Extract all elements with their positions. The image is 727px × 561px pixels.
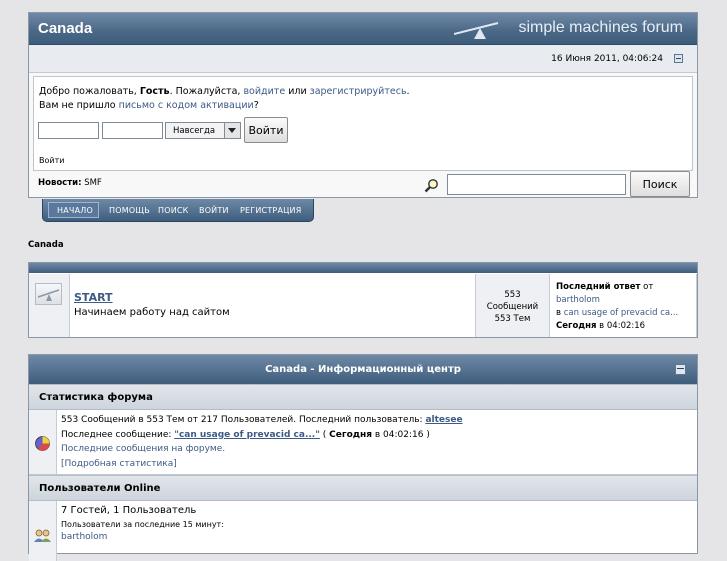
board-stats-cell: 553 Сообщений 553 Тем <box>476 274 550 337</box>
smf-logo-icon <box>454 22 499 39</box>
title-bar: Canada simple machines forum <box>29 13 697 45</box>
search-icon <box>424 179 438 193</box>
last-post-day: Сегодня <box>556 321 597 331</box>
password-input[interactable] <box>102 122 163 139</box>
online-header: Пользователи Online <box>29 475 697 501</box>
info-center-title: Canada - Информационный центр <box>29 355 697 384</box>
detailed-stats-link[interactable]: [Подробная статистика] <box>61 459 177 469</box>
news-bar: Новости: SMF Поиск <box>29 171 697 199</box>
board-off-icon <box>35 283 62 305</box>
users-online-icon <box>34 529 51 542</box>
board-name[interactable]: START <box>74 291 113 304</box>
last-post-label: Последний ответ <box>556 282 641 292</box>
session-length-select[interactable]: Навсегда <box>165 122 241 139</box>
board-topics: 553 Тем <box>494 314 531 324</box>
current-date: 16 Июня 2011, 04:06:24 <box>551 54 663 64</box>
online-text: 7 Гостей, 1 Пользователь Пользователи за… <box>29 501 697 543</box>
register-link[interactable]: зарегистрируйтесь <box>310 86 407 97</box>
search-button[interactable]: Поиск <box>630 171 690 197</box>
activation-suffix: ? <box>253 100 259 111</box>
board-icon-cell <box>29 274 70 337</box>
latest-post-link[interactable]: "can usage of prevacid ca..." <box>174 430 320 440</box>
collapse-header-icon[interactable] <box>674 54 683 63</box>
smf-brand: simple machines forum <box>518 19 684 36</box>
board-last-post-cell: Последний ответ от bartholom в can usage… <box>550 274 697 337</box>
stats-icon-cell <box>29 410 57 474</box>
login-link[interactable]: войдите <box>243 86 285 97</box>
tab-help[interactable]: ПОМОЩЬ <box>109 206 150 215</box>
last-post-time: в 04:02:16 <box>596 321 646 331</box>
search-input[interactable] <box>447 174 626 195</box>
board-list: START Начинаем работу над сайтом 553 Соо… <box>28 262 698 338</box>
latest-post-day: Сегодня <box>329 429 373 440</box>
breadcrumb[interactable]: Canada <box>28 240 64 250</box>
stats-chart-icon <box>35 436 50 451</box>
dot-text: . <box>406 86 410 97</box>
or-text: или <box>285 86 310 97</box>
stats-summary: 553 Сообщений в 553 Тем от 217 Пользоват… <box>61 415 423 425</box>
activation-text: Вам не пришло письмо с кодом активации? <box>39 100 259 111</box>
welcome-prefix: Добро пожаловать, <box>39 86 140 97</box>
last-post-in: в <box>556 308 562 318</box>
forum-title[interactable]: Canada <box>38 20 92 37</box>
welcome-text: Добро пожаловать, Гость. Пожалуйста, вой… <box>39 86 410 97</box>
last-post-from: от <box>640 282 654 292</box>
date-bar: 16 Июня 2011, 04:06:24 <box>29 45 697 73</box>
news-label: Новости: <box>38 178 82 188</box>
login-box: Добро пожаловать, Гость. Пожалуйста, вой… <box>33 76 693 171</box>
info-center: Canada - Информационный центр Статистика… <box>28 354 698 561</box>
board-info-cell: START Начинаем работу над сайтом <box>70 274 476 337</box>
last-post-topic[interactable]: can usage of prevacid ca... <box>564 308 679 318</box>
main-menu: НАЧАЛО ПОМОЩЬ ПОИСК ВОЙТИ РЕГИСТРАЦИЯ <box>42 199 314 222</box>
stats-section: 553 Сообщений в 553 Тем от 217 Пользоват… <box>29 410 697 475</box>
tab-register[interactable]: РЕГИСТРАЦИЯ <box>240 206 301 215</box>
board-posts: 553 <box>504 290 521 300</box>
recent-posts-link[interactable]: Последние сообщения на форуме. <box>61 444 225 454</box>
stats-text: 553 Сообщений в 553 Тем от 217 Пользоват… <box>29 410 697 471</box>
latest-post-label: Последнее сообщение: <box>61 429 175 440</box>
latest-post-open: ( <box>319 429 330 440</box>
online-icon-cell <box>29 501 57 561</box>
activation-prefix: Вам не пришло <box>39 100 119 111</box>
tab-login[interactable]: ВОЙТИ <box>199 206 229 215</box>
forum-header: Canada simple machines forum 16 Июня 201… <box>28 12 698 198</box>
info-center-title-text: Canada - Информационный центр <box>265 364 461 375</box>
online-user-link[interactable]: bartholom <box>61 532 107 542</box>
chevron-down-icon[interactable] <box>224 123 240 138</box>
tab-search[interactable]: ПОИСК <box>158 206 189 215</box>
stats-header: Статистика форума <box>29 384 697 410</box>
online-count: 7 Гостей, 1 Пользователь <box>61 505 197 516</box>
welcome-middle: . Пожалуйста, <box>169 86 244 97</box>
news-content: SMF <box>84 178 102 188</box>
login-button[interactable]: Войти <box>244 117 288 143</box>
category-header <box>29 263 697 273</box>
session-length-value: Навсегда <box>173 126 216 136</box>
latest-post-time: в 04:02:16 ) <box>372 429 430 440</box>
news-text: Новости: SMF <box>38 178 102 188</box>
board-posts-label: Сообщений <box>486 302 539 312</box>
online-period: Пользователи за последние 15 минут: <box>61 519 224 529</box>
last-post-user[interactable]: bartholom <box>556 295 600 305</box>
collapse-info-icon[interactable] <box>675 364 686 375</box>
board-row: START Начинаем работу над сайтом 553 Соо… <box>29 274 697 337</box>
activation-link[interactable]: письмо с кодом активации <box>119 100 254 111</box>
guest-label: Гость <box>139 86 170 97</box>
tab-home[interactable]: НАЧАЛО <box>57 206 93 215</box>
username-input[interactable] <box>38 122 99 139</box>
login-caption: Войти <box>39 156 65 165</box>
board-description: Начинаем работу над сайтом <box>74 307 230 318</box>
online-section: 7 Гостей, 1 Пользователь Пользователи за… <box>29 501 697 561</box>
latest-member-link[interactable]: altesee <box>425 415 462 425</box>
